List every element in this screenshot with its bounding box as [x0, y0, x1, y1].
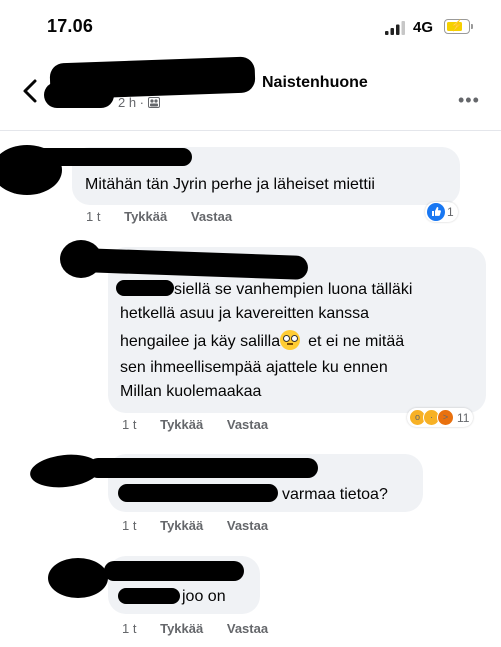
comment-text: sen ihmeellisempää ajattele ku ennen	[120, 359, 388, 376]
comment-actions: 1 t Tykkää Vastaa	[122, 621, 288, 636]
avatar[interactable]	[48, 558, 108, 598]
reply-button[interactable]: Vastaa	[191, 209, 232, 224]
more-options-icon[interactable]: •••	[458, 90, 480, 111]
status-time: 17.06	[47, 16, 94, 36]
redacted-mention	[116, 280, 174, 296]
comment-time: 1 t	[122, 518, 137, 533]
comment-time: 1 t	[122, 417, 137, 432]
group-privacy-icon	[147, 97, 160, 108]
signal-icon	[385, 21, 405, 35]
back-chevron-icon[interactable]	[20, 78, 42, 104]
comment-text: Millan kuolemaakaa	[120, 383, 262, 400]
like-reaction-icon	[427, 203, 445, 221]
redacted-mention	[118, 588, 180, 604]
comment-text: siellä se vanhempien luona tälläki	[174, 281, 413, 298]
redacted-commenter	[79, 248, 309, 280]
group-name[interactable]: Naistenhuone	[262, 74, 368, 92]
comment-bubble: varmaa tietoa?	[88, 454, 423, 512]
redacted-commenter	[32, 148, 192, 166]
comment-text: Mitähän tän Jyrin perhe ja läheiset miet…	[85, 176, 375, 193]
comment-actions: 1 t Tykkää Vastaa	[122, 417, 288, 432]
like-button[interactable]: Tykkää	[160, 417, 203, 432]
network-label: 4G	[413, 19, 434, 36]
comment-text: hetkellä asuu ja kavereitten kanssa	[120, 305, 370, 322]
comment-text: varmaa tietoa?	[282, 486, 388, 503]
reaction-count: 1	[447, 205, 454, 219]
comment-time: 1 t	[122, 621, 137, 636]
comment-text: hengailee ja käy salilla et ei ne mitää	[120, 329, 404, 354]
battery-tip	[471, 24, 473, 29]
rolling-eyes-emoji-icon	[280, 330, 301, 350]
reply-button[interactable]: Vastaa	[227, 621, 268, 636]
comment-actions: 1 t Tykkää Vastaa	[86, 209, 252, 224]
angry-reaction-icon: >	[437, 409, 454, 426]
like-button[interactable]: Tykkää	[124, 209, 167, 224]
reactions-summary[interactable]: o · > 11	[407, 408, 474, 427]
comment-text: joo on	[182, 588, 226, 605]
redacted-mention	[118, 484, 278, 502]
post-header: Naistenhuone 2 h · •••	[0, 50, 501, 131]
comment-bubble: joo on	[104, 556, 260, 614]
reply-button[interactable]: Vastaa	[227, 518, 268, 533]
reactions-summary[interactable]: 1	[425, 202, 458, 222]
battery-icon: ⚡	[444, 19, 470, 34]
post-time: 2 h ·	[118, 95, 160, 110]
reply-button[interactable]: Vastaa	[227, 417, 268, 432]
like-button[interactable]: Tykkää	[160, 621, 203, 636]
reaction-count: 11	[457, 410, 470, 425]
comment-actions: 1 t Tykkää Vastaa	[122, 518, 288, 533]
redacted-author-2	[44, 82, 114, 108]
comment-bubble: Mitähän tän Jyrin perhe ja läheiset miet…	[32, 147, 460, 205]
redacted-commenter	[88, 458, 318, 478]
status-bar: 17.06 4G ⚡	[0, 0, 501, 50]
redacted-commenter	[104, 561, 244, 581]
comment-time: 1 t	[86, 209, 101, 224]
comment-bubble: siellä se vanhempien luona tälläki hetke…	[79, 247, 486, 413]
like-button[interactable]: Tykkää	[160, 518, 203, 533]
